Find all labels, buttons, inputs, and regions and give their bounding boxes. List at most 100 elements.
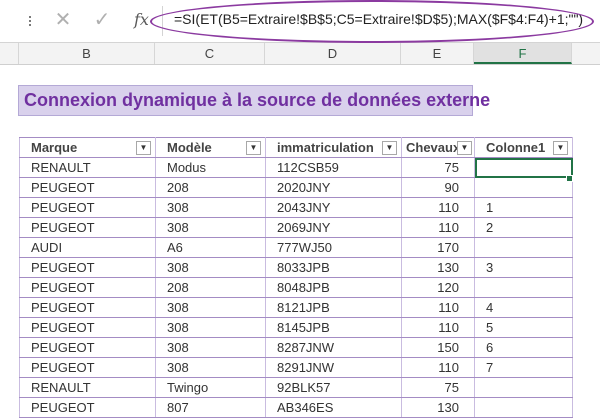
table-header-row: Marque ▼ Modèle ▼ immatriculation ▼ Chevaux… — [19, 137, 573, 158]
table-cell[interactable]: 208 — [155, 277, 266, 298]
table-cell[interactable] — [474, 177, 573, 198]
close-icon[interactable]: ✕ — [52, 8, 74, 32]
table-cell[interactable]: 120 — [401, 277, 475, 298]
table-cell[interactable]: 4 — [474, 297, 573, 318]
table-cell[interactable]: 308 — [155, 217, 266, 238]
table-cell[interactable]: 150 — [401, 337, 475, 358]
filter-dropdown-icon[interactable]: ▼ — [553, 141, 568, 155]
table-cell[interactable]: 110 — [401, 317, 475, 338]
table-cell[interactable]: 8287JNW — [265, 337, 402, 358]
column-headers: B C D E F — [0, 43, 600, 65]
filter-dropdown-icon[interactable]: ▼ — [136, 141, 151, 155]
table-cell[interactable]: 110 — [401, 217, 475, 238]
table-cell[interactable]: 92BLK57 — [265, 377, 402, 398]
table-cell[interactable]: 1 — [474, 197, 573, 218]
table-cell[interactable]: PEUGEOT — [19, 177, 156, 198]
table-cell[interactable]: 2020JNY — [265, 177, 402, 198]
column-header-f[interactable]: F — [474, 43, 572, 64]
table-cell[interactable]: 2043JNY — [265, 197, 402, 218]
table-cell[interactable]: 308 — [155, 297, 266, 318]
table-cell[interactable]: 2 — [474, 217, 573, 238]
table-row: RENAULT Twingo 92BLK57 75 — [19, 377, 573, 398]
table-cell[interactable]: 777WJ50 — [265, 237, 402, 258]
table-row: PEUGEOT 208 8048JPB 120 — [19, 277, 573, 298]
table-cell[interactable]: 110 — [401, 197, 475, 218]
insert-function-button[interactable]: fx — [134, 8, 149, 32]
header-colonne1[interactable]: Colonne1 ▼ — [474, 137, 573, 158]
table-cell[interactable]: 208 — [155, 177, 266, 198]
table-row: PEUGEOT 208 2020JNY 90 — [19, 177, 573, 198]
table-cell[interactable]: 170 — [401, 237, 475, 258]
column-header-d[interactable]: D — [265, 43, 401, 64]
table-cell[interactable]: PEUGEOT — [19, 277, 156, 298]
table-cell[interactable]: Twingo — [155, 377, 266, 398]
sheet-title-cell[interactable]: Connexion dynamique à la source de donné… — [18, 85, 490, 116]
table-cell[interactable]: 75 — [401, 377, 475, 398]
header-immatriculation[interactable]: immatriculation ▼ — [265, 137, 402, 158]
table-cell[interactable]: 308 — [155, 337, 266, 358]
table-cell[interactable]: 5 — [474, 317, 573, 338]
header-marque[interactable]: Marque ▼ — [19, 137, 156, 158]
table-cell[interactable] — [474, 377, 573, 398]
table-cell[interactable]: PEUGEOT — [19, 337, 156, 358]
table-cell[interactable]: 6 — [474, 337, 573, 358]
table-cell[interactable]: 308 — [155, 357, 266, 378]
column-header-a[interactable] — [0, 43, 19, 64]
header-chevaux[interactable]: Chevaux ▼ — [401, 137, 475, 158]
table-cell[interactable]: 308 — [155, 317, 266, 338]
table-cell[interactable]: PEUGEOT — [19, 217, 156, 238]
table-cell[interactable]: 8121JPB — [265, 297, 402, 318]
table-cell[interactable]: 8033JPB — [265, 257, 402, 278]
table-cell[interactable]: 8291JNW — [265, 357, 402, 378]
table-cell[interactable]: 8145JPB — [265, 317, 402, 338]
column-header-e[interactable]: E — [401, 43, 474, 64]
column-header-b[interactable]: B — [19, 43, 155, 64]
fill-handle[interactable] — [566, 175, 573, 182]
table-row: RENAULT Modus 112CSB59 75 — [19, 157, 573, 178]
table-row: PEUGEOT 308 2043JNY 110 1 — [19, 197, 573, 218]
table-cell[interactable]: RENAULT — [19, 377, 156, 398]
filter-dropdown-icon[interactable]: ▼ — [382, 141, 397, 155]
table-cell[interactable]: PEUGEOT — [19, 357, 156, 378]
table-cell[interactable]: 90 — [401, 177, 475, 198]
table-cell[interactable]: A6 — [155, 237, 266, 258]
table-row: AUDI A6 777WJ50 170 — [19, 237, 573, 258]
drag-handle-icon[interactable] — [26, 14, 34, 28]
table-cell[interactable]: 110 — [401, 357, 475, 378]
table-cell[interactable]: 130 — [401, 257, 475, 278]
table-cell[interactable]: 75 — [401, 157, 475, 178]
table-cell[interactable]: Modus — [155, 157, 266, 178]
table-cell[interactable]: 308 — [155, 197, 266, 218]
formula-input[interactable]: =SI(ET(B5=Extraire!$B$5;C5=Extraire!$D$5… — [174, 11, 583, 27]
table-row: PEUGEOT 308 8121JPB 110 4 — [19, 297, 573, 318]
checkmark-icon[interactable]: ✓ — [91, 8, 113, 32]
filter-dropdown-icon[interactable]: ▼ — [457, 141, 472, 155]
table-cell[interactable]: PEUGEOT — [19, 257, 156, 278]
table-cell[interactable] — [474, 157, 573, 178]
table-cell[interactable]: 308 — [155, 257, 266, 278]
table-cell[interactable]: PEUGEOT — [19, 197, 156, 218]
table-cell[interactable] — [474, 277, 573, 298]
table-cell[interactable]: PEUGEOT — [19, 297, 156, 318]
filter-dropdown-icon[interactable]: ▼ — [246, 141, 261, 155]
table-row: PEUGEOT 308 8291JNW 110 7 — [19, 357, 573, 378]
table-cell[interactable]: 110 — [401, 297, 475, 318]
table-cell[interactable]: 8048JPB — [265, 277, 402, 298]
sheet-title: Connexion dynamique à la source de donné… — [24, 90, 491, 110]
column-header-c[interactable]: C — [155, 43, 265, 64]
formula-bar-divider — [162, 6, 163, 36]
table-cell[interactable]: RENAULT — [19, 157, 156, 178]
column-header-g[interactable] — [572, 43, 600, 64]
table-cell[interactable]: 2069JNY — [265, 217, 402, 238]
table-cell[interactable]: 3 — [474, 257, 573, 278]
table-row: PEUGEOT 308 8145JPB 110 5 — [19, 317, 573, 338]
table-cell[interactable]: 112CSB59 — [265, 157, 402, 178]
table-cell[interactable] — [474, 237, 573, 258]
header-modele[interactable]: Modèle ▼ — [155, 137, 266, 158]
formula-bar: ✕ ✓ fx =SI(ET(B5=Extraire!$B$5;C5=Extrai… — [0, 0, 600, 43]
table-row: PEUGEOT 308 2069JNY 110 2 — [19, 217, 573, 238]
table-cell[interactable]: AUDI — [19, 237, 156, 258]
table-cell[interactable]: PEUGEOT — [19, 317, 156, 338]
table-cell[interactable]: 7 — [474, 357, 573, 378]
table-row: PEUGEOT 308 8033JPB 130 3 — [19, 257, 573, 278]
